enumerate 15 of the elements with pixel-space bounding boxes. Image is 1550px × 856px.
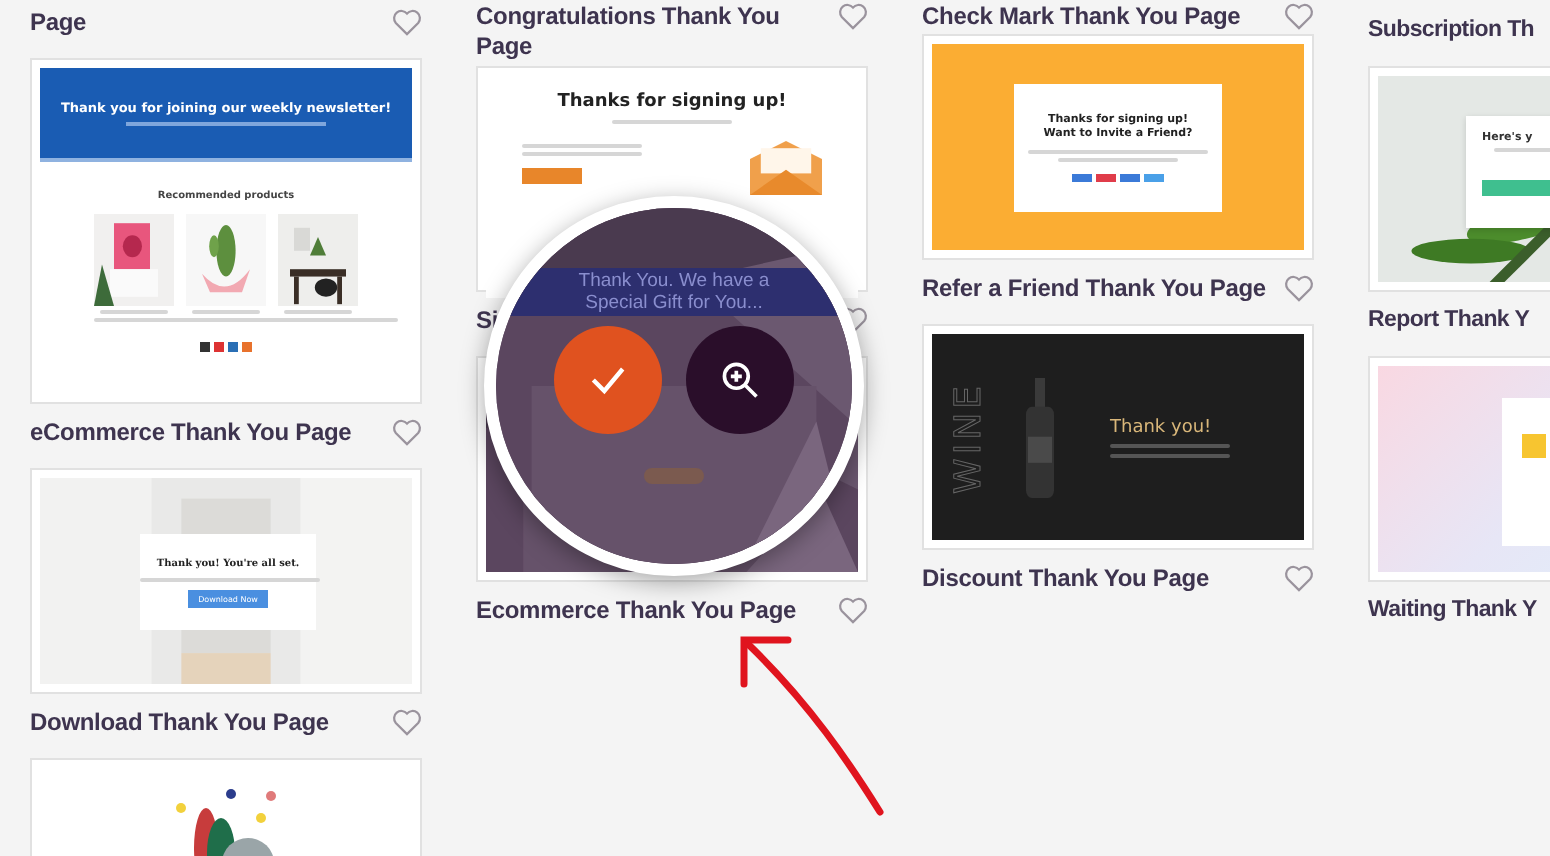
- template-title[interactable]: Download Thank You Page: [30, 706, 329, 740]
- template-title[interactable]: Ecommerce Thank You Page: [476, 594, 797, 628]
- template-title[interactable]: Subscription Th: [1368, 14, 1535, 48]
- template-title[interactable]: Report Thank Y: [1368, 304, 1530, 338]
- template-title[interactable]: Check Mark Thank You Page: [922, 0, 1241, 34]
- template-title[interactable]: Waiting Thank Y: [1368, 594, 1537, 628]
- template-thumbnail[interactable]: WINE Thank you!: [922, 324, 1314, 550]
- preview-headline: Thanks for signing up!: [557, 92, 787, 112]
- template-title[interactable]: eCommerce Thank You Page: [30, 416, 352, 450]
- template-title[interactable]: Discount Thank You Page: [922, 562, 1209, 596]
- brand-lettering: WINE: [948, 381, 990, 493]
- preview-headline: Thank you!: [1110, 417, 1214, 437]
- template-title[interactable]: Refer a Friend Thank You Page: [922, 272, 1266, 306]
- template-title[interactable]: Page: [30, 6, 87, 40]
- template-title[interactable]: Congratulations Thank You Page: [476, 0, 806, 64]
